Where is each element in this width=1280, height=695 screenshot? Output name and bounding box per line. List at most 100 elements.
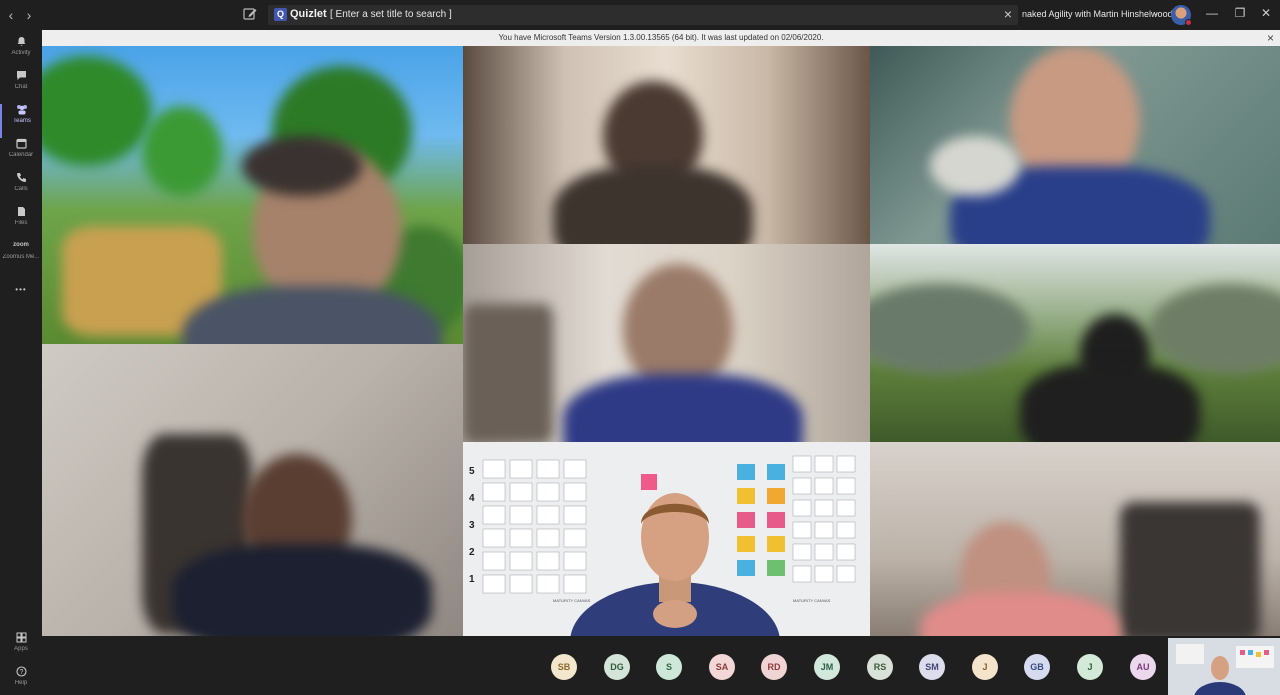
presence-status-icon	[1185, 19, 1192, 26]
calendar-icon	[15, 138, 27, 149]
rail-item-chat[interactable]: Chat	[0, 70, 42, 104]
board-card	[792, 499, 812, 517]
participant-avatar[interactable]: S	[656, 654, 682, 680]
participant-avatar[interactable]: SA	[709, 654, 735, 680]
board-card	[792, 477, 812, 495]
participant-avatar[interactable]: GB	[1024, 654, 1050, 680]
ellipsis-icon: •••	[15, 285, 27, 294]
board-card	[836, 477, 856, 495]
board-card	[536, 528, 560, 548]
sticky-note	[641, 474, 657, 490]
board-card	[563, 528, 587, 548]
video-tile-presenter[interactable]: 5 4 3 2 1 MATURITY CANVAS MATURITY CANVAS	[463, 442, 870, 636]
quizlet-app-name: Quizlet	[290, 8, 327, 20]
participant-avatar[interactable]: J	[972, 654, 998, 680]
rail-label-files: Files	[14, 220, 28, 226]
rail-item-calls[interactable]: Calls	[0, 172, 42, 206]
back-arrow-icon[interactable]: ‹	[4, 7, 18, 23]
board-card	[482, 528, 506, 548]
board-row-number: 3	[469, 520, 475, 531]
board-card	[509, 459, 533, 479]
rail-item-files[interactable]: Files	[0, 206, 42, 240]
chevron-down-icon[interactable]: ⌄	[1152, 7, 1160, 18]
board-card	[563, 505, 587, 525]
rail-item-calendar[interactable]: Calendar	[0, 138, 42, 172]
more-apps-button[interactable]: •••	[0, 284, 42, 300]
board-row-number: 5	[469, 466, 475, 477]
rail-item-zoom[interactable]: zoom Zoomus Me...	[0, 240, 42, 274]
rail-item-activity[interactable]: Activity	[0, 36, 42, 70]
self-view-image	[1168, 638, 1280, 695]
board-card	[563, 574, 587, 594]
board-card	[509, 574, 533, 594]
update-banner-text: You have Microsoft Teams Version 1.3.00.…	[498, 33, 824, 42]
quizlet-logo-icon: Q	[274, 8, 287, 21]
board-card	[563, 459, 587, 479]
video-tile-8[interactable]	[870, 442, 1280, 636]
board-card	[509, 482, 533, 502]
sticky-note	[767, 488, 785, 504]
board-card	[536, 459, 560, 479]
rail-item-apps[interactable]: Apps	[0, 632, 42, 666]
tenant-name[interactable]: naked Agility with Martin Hinshelwood	[1022, 9, 1173, 19]
search-close-icon[interactable]: ×	[1004, 6, 1012, 22]
video-tile-4[interactable]	[463, 244, 870, 442]
video-tile-5[interactable]	[870, 244, 1280, 442]
phone-icon	[15, 172, 27, 183]
board-card	[792, 455, 812, 473]
maximize-button[interactable]: ❐	[1233, 6, 1247, 20]
participant-avatar[interactable]: SB	[551, 654, 577, 680]
participant-avatar[interactable]: AU	[1130, 654, 1156, 680]
board-card	[509, 551, 533, 571]
sticky-note	[767, 536, 785, 552]
participant-avatar[interactable]: RD	[761, 654, 787, 680]
board-card	[792, 521, 812, 539]
board-card	[536, 551, 560, 571]
search-input[interactable]: [ Enter a set title to search ]	[330, 9, 452, 20]
sticky-note	[767, 464, 785, 480]
participant-avatar[interactable]: JM	[814, 654, 840, 680]
svg-text:?: ?	[19, 669, 23, 676]
board-card	[814, 543, 834, 561]
banner-close-icon[interactable]: ×	[1267, 31, 1274, 45]
self-view-video[interactable]	[1168, 638, 1280, 695]
board-card	[536, 574, 560, 594]
minimize-button[interactable]: —	[1205, 6, 1219, 20]
board-card	[836, 499, 856, 517]
sticky-note	[737, 512, 755, 528]
board-card	[482, 482, 506, 502]
board-row-number: 4	[469, 493, 475, 504]
sticky-note	[737, 560, 755, 576]
bell-icon	[15, 36, 27, 47]
board-card	[814, 565, 834, 583]
compose-icon[interactable]	[242, 6, 258, 22]
video-tile-1[interactable]	[42, 46, 463, 344]
video-tile-2[interactable]	[463, 46, 870, 244]
video-tile-6[interactable]	[42, 344, 463, 636]
board-card	[836, 521, 856, 539]
participant-avatar[interactable]: DG	[604, 654, 630, 680]
sticky-note	[737, 536, 755, 552]
rail-label-help: Help	[14, 680, 28, 686]
close-window-button[interactable]: ✕	[1259, 6, 1273, 20]
video-tile-3[interactable]	[870, 46, 1280, 244]
board-footer-right: MATURITY CANVAS	[793, 598, 831, 603]
participant-avatar[interactable]: SM	[919, 654, 945, 680]
board-card	[536, 482, 560, 502]
participant-avatar[interactable]: J	[1077, 654, 1103, 680]
rail-item-teams[interactable]: Teams	[0, 104, 42, 138]
app-rail: Activity Chat Teams Calendar Calls Files…	[0, 30, 42, 695]
board-card	[814, 499, 834, 517]
rail-label-calls: Calls	[14, 186, 28, 192]
chat-icon	[15, 70, 27, 81]
sticky-note	[767, 512, 785, 528]
board-card	[563, 482, 587, 502]
board-card	[482, 574, 506, 594]
board-footer-left: MATURITY CANVAS	[553, 598, 591, 603]
participant-avatar[interactable]: RS	[867, 654, 893, 680]
sticky-note	[737, 464, 755, 480]
rail-item-help[interactable]: ? Help	[0, 666, 42, 695]
command-search-box[interactable]: Q Quizlet [ Enter a set title to search …	[268, 5, 1018, 25]
forward-arrow-icon[interactable]: ›	[22, 7, 36, 23]
rail-label-chat: Chat	[14, 84, 28, 90]
